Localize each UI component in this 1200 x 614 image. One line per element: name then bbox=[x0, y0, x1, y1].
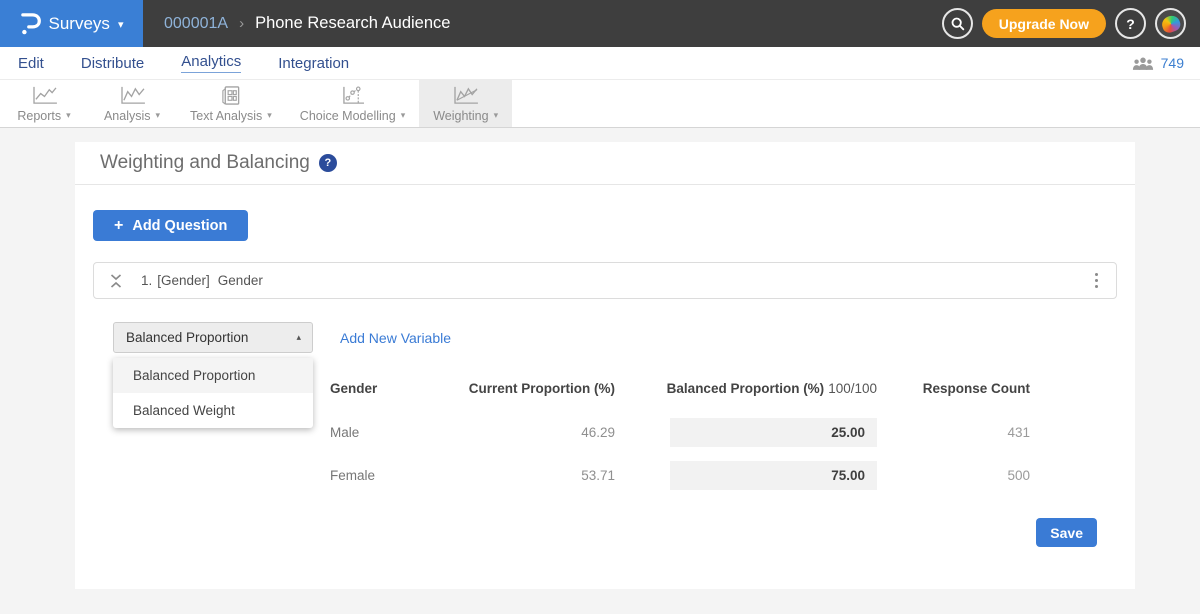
page-title: Weighting and Balancing bbox=[100, 152, 310, 174]
collapse-panel-button[interactable] bbox=[110, 274, 122, 288]
upgrade-now-button[interactable]: Upgrade Now bbox=[982, 9, 1106, 38]
breadcrumb-survey-id[interactable]: 000001A bbox=[164, 15, 228, 33]
chevron-down-icon: ▾ bbox=[118, 18, 124, 31]
row-female-balanced-cell bbox=[615, 454, 877, 497]
balancing-mode-value: Balanced Proportion bbox=[126, 330, 248, 345]
subnav-label-analysis: Analysis bbox=[104, 109, 151, 123]
analysis-chart-icon bbox=[119, 85, 146, 106]
balancing-mode-menu: Balanced Proportion Balanced Weight bbox=[113, 358, 313, 428]
question-code: [Gender] bbox=[157, 273, 210, 288]
balancing-mode-select[interactable]: Balanced Proportion ▴ bbox=[113, 322, 313, 353]
save-row: Save bbox=[93, 518, 1117, 547]
card-body: + Add Question 1. [Gender] Gender Balanc… bbox=[75, 185, 1135, 547]
questionpro-logo-icon bbox=[20, 11, 41, 37]
subnav-label-choice-modelling: Choice Modelling bbox=[300, 109, 396, 123]
nav-item-edit[interactable]: Edit bbox=[18, 55, 44, 72]
plus-icon: + bbox=[114, 217, 123, 235]
reports-chart-icon bbox=[31, 85, 58, 106]
brand-label: Surveys bbox=[49, 14, 110, 34]
subnav-label-text-analysis: Text Analysis bbox=[190, 109, 262, 123]
question-index: 1. bbox=[141, 273, 152, 288]
chevron-up-icon: ▴ bbox=[296, 332, 301, 343]
question-label: Gender bbox=[218, 273, 263, 288]
card-title-row: Weighting and Balancing ? bbox=[75, 142, 1135, 185]
subnav-item-analysis[interactable]: Analysis ▾ bbox=[88, 80, 176, 127]
add-new-variable-link[interactable]: Add New Variable bbox=[340, 330, 451, 346]
row-female-count: 500 bbox=[877, 454, 1030, 497]
row-female-current: 53.71 bbox=[440, 454, 615, 497]
chevron-down-icon: ▾ bbox=[267, 110, 272, 121]
help-button[interactable]: ? bbox=[1115, 8, 1146, 39]
row-male-balanced-cell bbox=[615, 411, 877, 454]
subnav-item-choice-modelling[interactable]: Choice Modelling ▾ bbox=[286, 80, 419, 127]
subnav-label-weighting: Weighting bbox=[433, 109, 488, 123]
account-avatar[interactable] bbox=[1155, 8, 1186, 39]
subnav-item-reports[interactable]: Reports ▾ bbox=[0, 80, 88, 127]
subnav-item-weighting[interactable]: Weighting ▾ bbox=[419, 80, 512, 127]
row-male-gender: Male bbox=[330, 411, 440, 454]
choice-modelling-icon bbox=[341, 85, 365, 106]
surveys-menu-button[interactable]: Surveys ▾ bbox=[0, 0, 143, 47]
option-balanced-proportion[interactable]: Balanced Proportion bbox=[113, 358, 313, 393]
breadcrumb-separator-icon: › bbox=[239, 15, 244, 32]
controls-row: Balanced Proportion ▴ Balanced Proportio… bbox=[113, 322, 1117, 353]
avatar-image bbox=[1159, 13, 1181, 34]
save-button[interactable]: Save bbox=[1036, 518, 1097, 547]
text-analysis-icon bbox=[220, 85, 242, 106]
row-female-balanced-input[interactable] bbox=[670, 461, 877, 490]
question-mark-icon: ? bbox=[1126, 16, 1135, 32]
question-panel-title: 1. [Gender] Gender bbox=[141, 273, 263, 288]
topbar: Surveys ▾ 000001A › Phone Research Audie… bbox=[0, 0, 1200, 47]
add-question-label: Add Question bbox=[132, 218, 227, 234]
option-balanced-weight[interactable]: Balanced Weight bbox=[113, 393, 313, 428]
row-male-current: 46.29 bbox=[440, 411, 615, 454]
collapse-icon bbox=[110, 274, 122, 288]
weighting-chart-icon bbox=[452, 85, 479, 106]
nav-item-distribute[interactable]: Distribute bbox=[81, 55, 144, 72]
weighting-table: Gender Current Proportion (%) Balanced P… bbox=[330, 381, 1117, 497]
col-header-response-count: Response Count bbox=[877, 381, 1030, 411]
chevron-down-icon: ▾ bbox=[401, 110, 406, 121]
subnav-label-reports: Reports bbox=[17, 109, 61, 123]
question-panel-header: 1. [Gender] Gender bbox=[93, 262, 1117, 299]
col-header-gender: Gender bbox=[330, 381, 440, 411]
col-header-balanced-proportion: Balanced Proportion (%) 100/100 bbox=[615, 381, 877, 411]
chevron-down-icon: ▾ bbox=[156, 110, 161, 121]
weighting-help-button[interactable]: ? bbox=[319, 154, 337, 172]
search-button[interactable] bbox=[942, 8, 973, 39]
question-mark-icon: ? bbox=[324, 157, 331, 169]
chevron-down-icon: ▾ bbox=[66, 110, 71, 121]
add-question-button[interactable]: + Add Question bbox=[93, 210, 248, 241]
responses-count: 749 bbox=[1161, 55, 1184, 71]
weighting-card: Weighting and Balancing ? + Add Question… bbox=[75, 142, 1135, 589]
breadcrumb-survey-title: Phone Research Audience bbox=[255, 14, 450, 33]
topbar-actions: Upgrade Now ? bbox=[942, 8, 1200, 39]
primary-nav: Edit Distribute Analytics Integration 74… bbox=[0, 47, 1200, 79]
col-header-current-proportion: Current Proportion (%) bbox=[440, 381, 615, 411]
row-female-gender: Female bbox=[330, 454, 440, 497]
search-icon bbox=[950, 16, 965, 31]
subnav-item-text-analysis[interactable]: Text Analysis ▾ bbox=[176, 80, 286, 127]
row-male-balanced-input[interactable] bbox=[670, 418, 877, 447]
chevron-down-icon: ▾ bbox=[494, 110, 499, 121]
nav-item-analytics[interactable]: Analytics bbox=[181, 53, 241, 73]
kebab-menu-icon[interactable] bbox=[1091, 269, 1102, 292]
people-icon bbox=[1132, 56, 1154, 71]
breadcrumb: 000001A › Phone Research Audience bbox=[164, 14, 450, 33]
nav-item-integration[interactable]: Integration bbox=[278, 55, 349, 72]
responses-count-indicator[interactable]: 749 bbox=[1132, 55, 1184, 71]
analytics-subnav: Reports▾ Analysis▾ Text Analysis▾ C bbox=[0, 79, 1200, 128]
balanced-total-badge: 100/100 bbox=[828, 381, 877, 396]
row-male-count: 431 bbox=[877, 411, 1030, 454]
